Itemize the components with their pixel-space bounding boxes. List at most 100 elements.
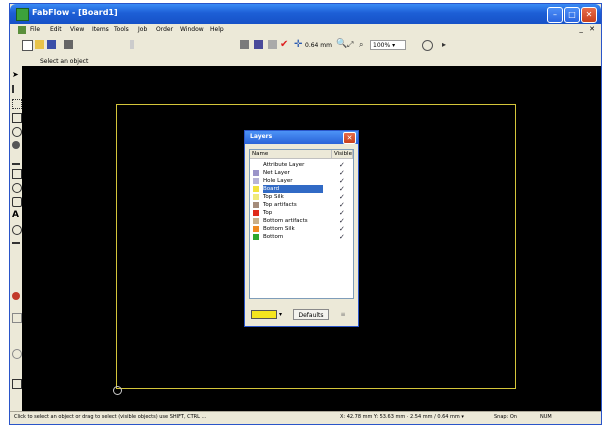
hole-tool-icon[interactable] <box>12 183 22 193</box>
zoom-fit-icon[interactable]: ⤢ <box>347 40 356 49</box>
menu-job[interactable]: Job <box>138 26 147 33</box>
layer-row[interactable]: Hole Layer ✓ <box>251 177 353 185</box>
layer-name: Top <box>263 210 273 216</box>
layer-color-icon[interactable] <box>253 226 259 232</box>
menu-tools[interactable]: Tools <box>114 26 129 33</box>
print-icon[interactable] <box>64 40 73 49</box>
layer-row[interactable]: Net Layer ✓ <box>251 169 353 177</box>
layer-row[interactable]: Board ✓ <box>251 185 353 193</box>
layer-color-icon[interactable] <box>253 202 259 208</box>
layer-color-icon[interactable] <box>253 162 259 168</box>
layer-row[interactable]: Attribute Layer ✓ <box>251 161 353 169</box>
layers-dialog: Layers ✕ Name Visible Attribute Layer ✓ Ne… <box>244 130 359 327</box>
layer-color-icon[interactable] <box>253 210 259 216</box>
visible-check-icon[interactable]: ✓ <box>339 193 345 201</box>
defaults-button[interactable]: Defaults <box>293 309 329 320</box>
menu-items[interactable]: Items <box>92 26 109 33</box>
app-icon <box>16 8 29 21</box>
menu-help[interactable]: Help <box>210 26 224 33</box>
layer-color-icon[interactable] <box>12 292 20 300</box>
overflow-arrow-icon[interactable]: ▸ <box>442 40 451 49</box>
rect-tool-icon[interactable] <box>12 113 22 123</box>
layer-color-icon[interactable] <box>253 234 259 240</box>
line-tool-icon[interactable] <box>12 242 20 252</box>
close-button[interactable]: ✕ <box>581 7 597 23</box>
visible-check-icon[interactable]: ✓ <box>339 161 345 169</box>
menu-edit[interactable]: Edit <box>50 26 62 33</box>
layer-row[interactable]: Bottom ✓ <box>251 233 353 241</box>
layer-color-swatch[interactable] <box>251 310 277 319</box>
maximize-button[interactable]: □ <box>564 7 580 23</box>
save-icon[interactable] <box>47 40 56 49</box>
layer-name: Board <box>263 185 323 193</box>
left-toolbox: ➤ A <box>10 66 22 411</box>
title-bar[interactable]: FabFlow - [Board1] – □ ✕ <box>10 4 601 24</box>
open-folder-icon[interactable] <box>35 40 44 49</box>
check-icon[interactable]: ✔ <box>280 40 289 50</box>
layer-row[interactable]: Bottom Silk ✓ <box>251 225 353 233</box>
component-tool-icon[interactable] <box>12 169 22 179</box>
zoom-select[interactable]: 100% ▾ <box>370 40 406 50</box>
hint-text: Select an object <box>40 58 89 65</box>
new-file-icon[interactable] <box>22 40 33 51</box>
menu-window[interactable]: Window <box>180 26 204 33</box>
zoom-in-icon[interactable]: 🔍 <box>336 40 347 49</box>
pointer-icon[interactable]: ➤ <box>12 71 20 79</box>
pad-tool-icon[interactable] <box>12 141 20 149</box>
via-tool-icon[interactable] <box>12 155 20 165</box>
status-snap[interactable]: Snap: On <box>494 414 517 420</box>
layer-name: Hole Layer <box>263 178 293 184</box>
layer-row[interactable]: Top ✓ <box>251 209 353 217</box>
visible-check-icon[interactable]: ✓ <box>339 201 345 209</box>
menu-view[interactable]: View <box>70 26 84 33</box>
layer-row[interactable]: Bottom artifacts ✓ <box>251 217 353 225</box>
layer-row[interactable]: Top artifacts ✓ <box>251 201 353 209</box>
dialog-close-button[interactable]: ✕ <box>343 132 356 144</box>
document-icon[interactable] <box>18 26 26 34</box>
visible-check-icon[interactable]: ✓ <box>339 225 345 233</box>
layer-color-icon[interactable] <box>253 218 259 224</box>
arc-tool-icon[interactable] <box>12 225 22 235</box>
layer-stack-icon[interactable] <box>254 40 263 49</box>
visible-check-icon[interactable]: ✓ <box>339 177 345 185</box>
chevron-down-icon[interactable]: ▾ <box>279 311 282 318</box>
menu-file[interactable]: File <box>30 26 40 33</box>
route-icon[interactable] <box>240 40 249 49</box>
window-title: FabFlow - [Board1] <box>32 8 118 17</box>
layer-list[interactable]: Name Visible Attribute Layer ✓ Net Layer ✓ H… <box>249 149 354 299</box>
visible-check-icon[interactable]: ✓ <box>339 233 345 241</box>
layer-color-icon[interactable] <box>253 186 259 192</box>
visible-check-icon[interactable]: ✓ <box>339 169 345 177</box>
grid-size[interactable]: 0.64 mm <box>305 42 332 49</box>
layer-name: Bottom artifacts <box>263 218 308 224</box>
inspect-tool-icon[interactable] <box>12 349 22 359</box>
grid-toggle-icon[interactable] <box>268 40 277 49</box>
visible-check-icon[interactable]: ✓ <box>339 217 345 225</box>
mdi-controls[interactable]: _ ✕ <box>579 25 597 33</box>
snap-icon[interactable]: ✛ <box>294 40 303 50</box>
layer-row[interactable]: Top Silk ✓ <box>251 193 353 201</box>
text-tool-icon[interactable]: A <box>12 211 20 220</box>
visible-check-icon[interactable]: ✓ <box>339 185 345 193</box>
dialog-title-bar[interactable]: Layers ✕ <box>245 131 358 144</box>
drill-tool-icon[interactable] <box>12 379 22 389</box>
minimize-button[interactable]: – <box>547 7 563 23</box>
visible-column-header[interactable]: Visible <box>332 150 353 159</box>
layer-color-icon[interactable] <box>253 170 259 176</box>
history-icon[interactable] <box>422 40 433 51</box>
zoom-out-icon[interactable]: ⌕ <box>359 40 368 49</box>
trace-tool-icon[interactable] <box>12 85 22 93</box>
layer-name: Top Silk <box>263 194 284 200</box>
layer-color-icon[interactable] <box>253 194 259 200</box>
select-area-icon[interactable] <box>12 99 22 109</box>
name-column-header[interactable]: Name <box>250 150 332 159</box>
visible-check-icon[interactable]: ✓ <box>339 209 345 217</box>
measure-tool-icon[interactable] <box>12 313 22 323</box>
layer-name: Net Layer <box>263 170 290 176</box>
menu-order[interactable]: Order <box>156 26 173 33</box>
layer-color-icon[interactable] <box>253 178 259 184</box>
polygon-tool-icon[interactable] <box>12 197 22 207</box>
reset-button[interactable]: ≡ <box>335 309 351 320</box>
layer-name: Top artifacts <box>263 202 297 208</box>
circle-tool-icon[interactable] <box>12 127 22 137</box>
